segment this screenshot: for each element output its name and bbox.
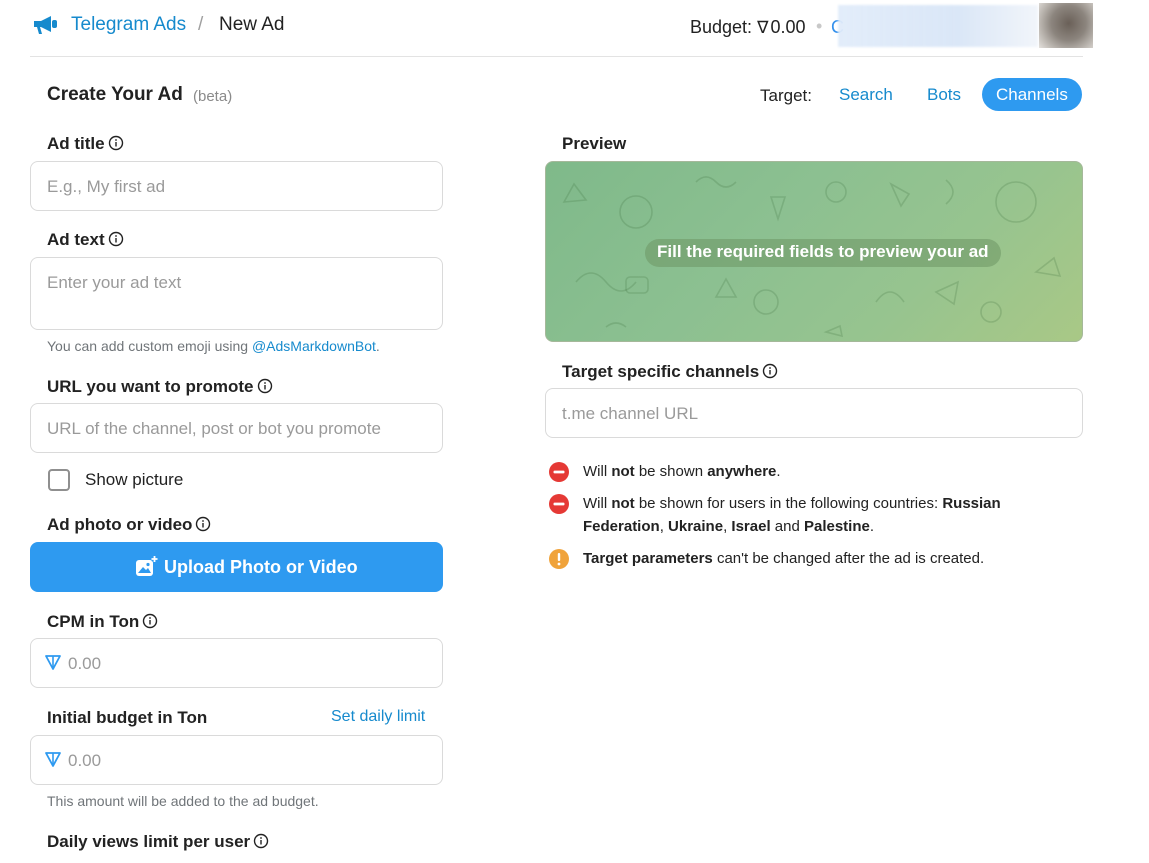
minus-circle-icon: [549, 462, 569, 482]
budget-input[interactable]: 0.00: [30, 735, 443, 785]
info-icon[interactable]: [762, 363, 778, 379]
budget-placeholder: 0.00: [68, 751, 102, 770]
show-picture-label[interactable]: Show picture: [85, 470, 183, 490]
ton-icon: [45, 752, 61, 767]
info-icon[interactable]: [108, 231, 124, 247]
ad-title-input[interactable]: E.g., My first ad: [30, 161, 443, 211]
tab-bots[interactable]: Bots: [913, 78, 975, 111]
ad-title-label: Ad title: [47, 134, 124, 154]
account-name-blurred[interactable]: [838, 5, 1038, 47]
ton-icon: ∇: [757, 18, 769, 37]
channel-url-placeholder: t.me channel URL: [562, 404, 699, 423]
cpm-input[interactable]: 0.00: [30, 638, 443, 688]
cpm-label: CPM in Ton: [47, 612, 158, 632]
target-label: Target:: [760, 86, 812, 105]
budget-value: 0.00: [770, 17, 806, 37]
notice-anywhere-text: Will not be shown anywhere.: [583, 463, 781, 480]
daily-views-label-text: Daily views limit per user: [47, 832, 251, 851]
budget-hint: This amount will be added to the ad budg…: [47, 793, 319, 809]
notice-countries: Will not be shown for users in the follo…: [549, 492, 1069, 540]
show-picture-checkbox[interactable]: [48, 469, 70, 491]
tab-channels[interactable]: Channels: [982, 78, 1082, 111]
separator-dot: •: [816, 16, 823, 36]
ad-title-placeholder: E.g., My first ad: [47, 177, 166, 196]
budget-label: Budget:: [690, 17, 753, 37]
notice-target-params: Target parameters can't be changed after…: [549, 547, 1069, 571]
upload-photo-video-button[interactable]: Upload Photo or Video: [30, 542, 443, 592]
notice-target-params-text: Target parameters can't be changed after…: [583, 550, 985, 567]
budget-label-text: Initial budget in Ton: [47, 708, 208, 727]
url-label: URL you want to promote: [47, 377, 273, 397]
budget-display[interactable]: Budget: ∇ 0.00: [690, 17, 806, 38]
beta-badge: (beta): [193, 88, 233, 105]
channels-label-text: Target specific channels: [562, 362, 760, 381]
avatar[interactable]: [1039, 3, 1093, 48]
channel-url-input[interactable]: t.me channel URL: [545, 388, 1083, 438]
daily-views-label: Daily views limit per user: [47, 832, 269, 852]
budget-label: Initial budget in Ton: [47, 708, 207, 728]
ads-markdown-bot-link[interactable]: @AdsMarkdownBot: [252, 338, 376, 354]
url-placeholder: URL of the channel, post or bot you prom…: [47, 419, 381, 438]
notice-anywhere: Will not be shown anywhere.: [549, 460, 1069, 484]
emoji-hint-text: You can add custom emoji using: [47, 338, 252, 354]
ad-text-textarea[interactable]: Enter your ad text: [30, 257, 443, 330]
preview-area: Fill the required fields to preview your…: [545, 161, 1083, 342]
brand-link[interactable]: Telegram Ads: [71, 14, 186, 36]
media-label-text: Ad photo or video: [47, 515, 193, 534]
ad-title-label-text: Ad title: [47, 134, 105, 153]
page-title: New Ad: [219, 14, 285, 35]
info-icon[interactable]: [195, 516, 211, 532]
create-ad-heading: Create Your Ad: [47, 84, 183, 105]
cpm-placeholder: 0.00: [68, 654, 102, 673]
add-photo-icon: [136, 555, 158, 576]
preview-label-text: Preview: [562, 134, 627, 153]
media-label: Ad photo or video: [47, 515, 211, 535]
emoji-hint-suffix: .: [375, 338, 380, 354]
breadcrumb-separator: /: [198, 14, 204, 35]
notice-countries-text: Will not be shown for users in the follo…: [583, 495, 1001, 535]
exclamation-icon: [549, 549, 569, 569]
url-input[interactable]: URL of the channel, post or bot you prom…: [30, 403, 443, 453]
channels-label: Target specific channels: [562, 362, 778, 382]
info-icon[interactable]: [142, 613, 158, 629]
set-daily-limit-link[interactable]: Set daily limit: [331, 708, 425, 726]
ad-text-placeholder: Enter your ad text: [47, 273, 182, 292]
info-icon[interactable]: [108, 135, 124, 151]
cpm-label-text: CPM in Ton: [47, 612, 140, 631]
tab-search[interactable]: Search: [825, 78, 907, 111]
url-label-text: URL you want to promote: [47, 377, 254, 396]
header-divider: [30, 56, 1083, 57]
preview-placeholder: Fill the required fields to preview your…: [645, 239, 1001, 267]
upload-button-label: Upload Photo or Video: [164, 557, 358, 577]
emoji-hint: You can add custom emoji using @AdsMarkd…: [47, 338, 380, 354]
minus-circle-icon: [549, 494, 569, 514]
ad-text-label-text: Ad text: [47, 230, 105, 249]
ad-text-label: Ad text: [47, 230, 124, 250]
ton-icon: [45, 655, 61, 670]
megaphone-icon[interactable]: [32, 14, 58, 36]
info-icon[interactable]: [253, 833, 269, 849]
header: Telegram Ads / New Ad Budget: ∇0.00 • C: [0, 0, 1149, 57]
info-icon[interactable]: [257, 378, 273, 394]
preview-label: Preview: [562, 134, 626, 154]
